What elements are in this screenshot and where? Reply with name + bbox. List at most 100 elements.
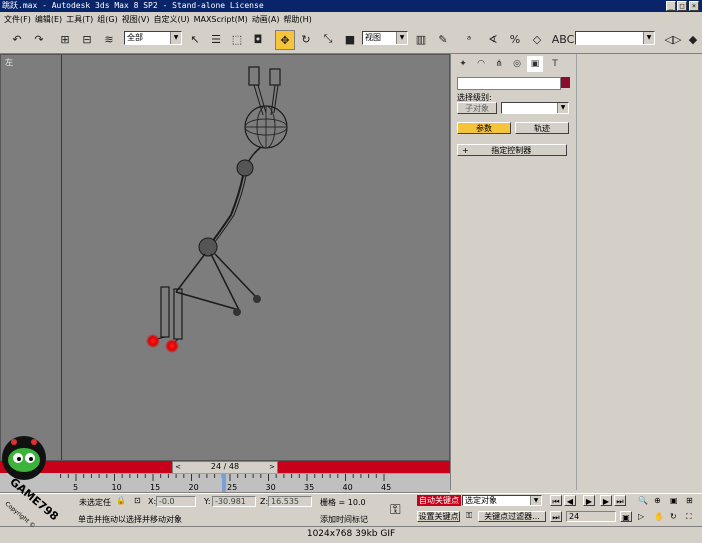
prev-frame-icon[interactable]: ◀ (564, 495, 576, 506)
zoom-extents-icon[interactable]: ▣ (670, 496, 678, 505)
align-icon[interactable]: ◆ (684, 30, 702, 48)
menu-tools[interactable]: 工具(T) (66, 14, 93, 25)
chevron-down-icon: ▼ (530, 496, 541, 505)
params-button[interactable]: 参数 (457, 122, 511, 134)
reference-coord-dropdown[interactable]: 视图 ▼ (362, 31, 408, 45)
menu-group[interactable]: 组(G) (97, 14, 117, 25)
redo-icon[interactable]: ↷ (30, 30, 48, 48)
track-bar[interactable]: 5 10 15 20 25 30 35 40 45 (0, 472, 450, 493)
percent-snap-icon[interactable]: % (506, 30, 524, 48)
rig-legs (152, 253, 261, 346)
select-scale-icon[interactable]: ⤡ (319, 30, 337, 48)
chevron-left-icon[interactable]: < (173, 462, 183, 472)
zoom-extents-all-icon[interactable]: ⊞ (686, 496, 693, 505)
link-icon[interactable]: ⊞ (56, 30, 74, 48)
select-rotate-icon[interactable]: ↻ (297, 30, 315, 48)
rect-selection-icon[interactable]: ⬚ (228, 30, 246, 48)
sub-object-dropdown[interactable]: ▼ (501, 102, 569, 114)
frame-tick-label: 10 (112, 483, 122, 492)
display-tab-icon[interactable]: ▣ (527, 56, 543, 72)
bind-spacewarp-icon[interactable]: ≋ (100, 30, 118, 48)
key-small-icon[interactable]: ⚿ (466, 511, 472, 521)
select-object-icon[interactable]: ↖ (186, 30, 204, 48)
unlink-icon[interactable]: ⊟ (78, 30, 96, 48)
selection-filter-dropdown[interactable]: 全部 ▼ (124, 31, 182, 45)
z-coordinate-field[interactable]: 16.535 (268, 496, 312, 507)
sub-object-button[interactable]: 子对象 (457, 102, 497, 114)
maximize-button[interactable]: □ (677, 1, 687, 11)
key-icon[interactable]: ⚿ (390, 502, 401, 518)
x-coordinate-field[interactable]: -0.0 (156, 496, 196, 507)
foot-ik-handle-left[interactable] (146, 334, 160, 348)
current-frame-marker[interactable] (222, 474, 226, 492)
svg-text:GAME798: GAME798 (7, 475, 58, 523)
undo-icon[interactable]: ↶ (8, 30, 26, 48)
goto-end-icon[interactable]: ⏭ (614, 495, 626, 506)
image-info-caption: 1024x768 39kb GIF (0, 526, 702, 540)
selection-status: 未选定任 (79, 498, 111, 507)
angle-snap-icon[interactable]: ∢ (484, 30, 502, 48)
main-toolbar: ↶ ↷ ⊞ ⊟ ≋ 全部 ▼ ↖ ☰ ⬚ ◘ ✥ ↻ ⤡ ■ 视图 ▼ ▥ ✎ … (0, 26, 702, 54)
object-color-swatch[interactable] (561, 77, 570, 88)
zoom-icon[interactable]: 🔍 (638, 496, 648, 505)
y-coordinate-field[interactable]: -30.981 (212, 496, 256, 507)
frame-tick-label: 40 (343, 483, 353, 492)
current-frame-field[interactable]: 24 (566, 511, 616, 522)
pan-icon[interactable]: ✋ (654, 512, 664, 521)
menu-help[interactable]: 帮助(H) (283, 14, 311, 25)
absolute-mode-icon[interactable]: ⊡ (134, 496, 141, 505)
key-mode-dropdown[interactable]: 选定对象 ▼ (462, 495, 542, 506)
set-key-button[interactable]: 设置关键点 (417, 511, 460, 522)
chevron-down-icon: ▼ (396, 32, 407, 44)
object-name-field[interactable] (457, 77, 561, 90)
minimize-button[interactable]: _ (666, 1, 676, 11)
rollout-expand-icon: + (462, 146, 469, 155)
arc-rotate-icon[interactable]: ↻ (670, 512, 677, 521)
scale-square-icon[interactable]: ■ (341, 30, 359, 48)
command-panel: ✦ ◠ ⋔ ◎ ▣ T 选择级别: 子对象 ▼ 参数 轨迹 + 指定控制器 (450, 54, 576, 490)
menu-maxscript[interactable]: MAXScript(M) (194, 15, 248, 24)
lock-icon[interactable]: 🔒 (116, 496, 126, 505)
play-icon[interactable]: ▶ (583, 495, 595, 506)
next-frame-icon[interactable]: ▶ (600, 495, 612, 506)
auto-key-button[interactable]: 自动关键点 (417, 495, 461, 506)
chevron-down-icon: ▼ (557, 103, 568, 113)
utilities-tab-icon[interactable]: T (547, 56, 563, 72)
assign-controller-rollout[interactable]: + 指定控制器 (457, 144, 567, 156)
trajectories-button[interactable]: 轨迹 (515, 122, 569, 134)
field-of-view-icon[interactable]: ▷ (638, 512, 644, 521)
track-bar-ruler: 5 10 15 20 25 30 35 40 45 (60, 472, 450, 492)
chevron-down-icon: ▼ (643, 32, 654, 44)
snap-toggle-icon[interactable]: ᵃ (460, 30, 478, 48)
mirror-icon[interactable]: ◁▷ (664, 30, 682, 48)
add-time-tag[interactable]: 添加时间标记 (320, 514, 368, 525)
menu-edit[interactable]: 编辑(E) (35, 14, 62, 25)
named-selection-dropdown[interactable]: ▼ (575, 31, 655, 45)
select-move-icon[interactable]: ✥ (275, 30, 295, 50)
chevron-right-icon[interactable]: > (267, 462, 277, 472)
pivot-center-icon[interactable]: ▥ (412, 30, 430, 48)
foot-ik-handle-right[interactable] (165, 339, 179, 353)
hierarchy-tab-icon[interactable]: ⋔ (491, 56, 507, 72)
zoom-all-icon[interactable]: ⊕ (654, 496, 661, 505)
goto-start-icon[interactable]: ⏮ (550, 495, 562, 506)
select-by-name-icon[interactable]: ☰ (207, 30, 225, 48)
create-tab-icon[interactable]: ✦ (455, 56, 471, 72)
motion-tab-icon[interactable]: ◎ (509, 56, 525, 72)
maximize-viewport-icon[interactable]: ⛶ (686, 512, 692, 522)
window-crossing-icon[interactable]: ◘ (249, 30, 267, 48)
modify-tab-icon[interactable]: ◠ (473, 56, 489, 72)
close-button[interactable]: × (689, 1, 699, 11)
key-filters-button[interactable]: 关键点过滤器... (478, 511, 546, 522)
manipulate-icon[interactable]: ✎ (434, 30, 452, 48)
key-mode-toggle-icon[interactable]: ⏭ (550, 511, 562, 522)
menu-customize[interactable]: 自定义(U) (153, 14, 189, 25)
status-bar: 未选定任 🔒 ⊡ X: -0.0 Y: -30.981 Z: 16.535 栅格… (0, 493, 702, 526)
spinner-snap-icon[interactable]: ◇ (528, 30, 546, 48)
viewport-left[interactable]: 左 (0, 54, 450, 461)
menu-views[interactable]: 视图(V) (122, 14, 150, 25)
menu-animation[interactable]: 动画(A) (252, 14, 280, 25)
menu-file[interactable]: 文件(F) (4, 14, 31, 25)
time-config-icon[interactable]: ▣ (620, 511, 632, 522)
edit-named-selection-icon[interactable]: ABC (552, 30, 575, 48)
